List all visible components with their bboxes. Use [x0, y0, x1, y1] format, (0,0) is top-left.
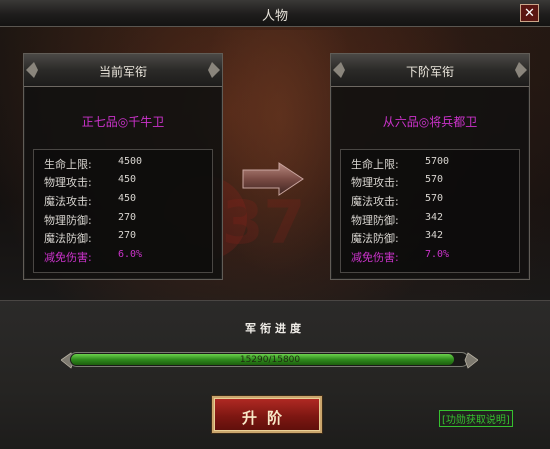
progress-title: 军衔进度: [245, 322, 305, 335]
stat-value: 570: [425, 193, 444, 204]
header-ornament-icon: [208, 62, 220, 78]
merit-help-link[interactable]: [功勋获取说明]: [439, 410, 513, 427]
next-rank-name: 从六品◎将兵都卫: [382, 115, 478, 129]
progress-text: 15290/15800: [239, 355, 301, 365]
current-rank-name: 正七品◎千牛卫: [81, 115, 165, 129]
bar-end-ornament-icon: [464, 352, 478, 369]
next-stats-box: 生命上限: 5700 物理攻击: 570 魔法攻击: 570 物理防御: 342 魔法防…: [340, 149, 520, 273]
next-rank-header: 下阶军衔: [331, 54, 529, 87]
stat-value: 270: [118, 230, 137, 241]
title-bar[interactable]: 人物 ✕: [0, 0, 550, 27]
close-icon[interactable]: ✕: [520, 4, 539, 22]
stat-value: 6.0%: [118, 249, 143, 260]
current-rank-header: 当前军衔: [24, 54, 222, 87]
character-window: 人物 ✕ 937 当前军衔 正七品◎千牛卫 生命上限: 4500 物理攻击: 450…: [0, 0, 550, 449]
stat-value: 450: [118, 174, 137, 185]
stat-value: 5700: [425, 156, 450, 167]
rank-progress-bar: 15290/15800: [61, 350, 478, 371]
next-rank-panel: 下阶军衔 从六品◎将兵都卫 生命上限: 5700 物理攻击: 570 魔法攻击: 57…: [330, 53, 530, 280]
current-stats-box: 生命上限: 4500 物理攻击: 450 魔法攻击: 450 物理防御: 270 魔法防…: [33, 149, 213, 273]
header-ornament-icon: [515, 62, 527, 78]
next-rank-label: 下阶军衔: [405, 65, 454, 79]
upgrade-rank-button[interactable]: 升阶: [212, 396, 322, 433]
stat-value: 450: [118, 193, 137, 204]
stat-value: 7.0%: [425, 249, 450, 260]
stat-value: 270: [118, 212, 137, 223]
current-rank-panel: 当前军衔 正七品◎千牛卫 生命上限: 4500 物理攻击: 450 魔法攻击: 450…: [23, 53, 223, 280]
window-title: 人物: [261, 9, 288, 24]
stat-value: 342: [425, 212, 444, 223]
upgrade-rank-label: 升阶: [241, 409, 292, 427]
stat-value: 570: [425, 174, 444, 185]
stat-value: 4500: [118, 156, 143, 167]
progress-track: 15290/15800: [69, 352, 469, 367]
arrow-right-icon: [242, 162, 304, 196]
current-rank-label: 当前军衔: [98, 65, 147, 79]
stat-value: 342: [425, 230, 444, 241]
